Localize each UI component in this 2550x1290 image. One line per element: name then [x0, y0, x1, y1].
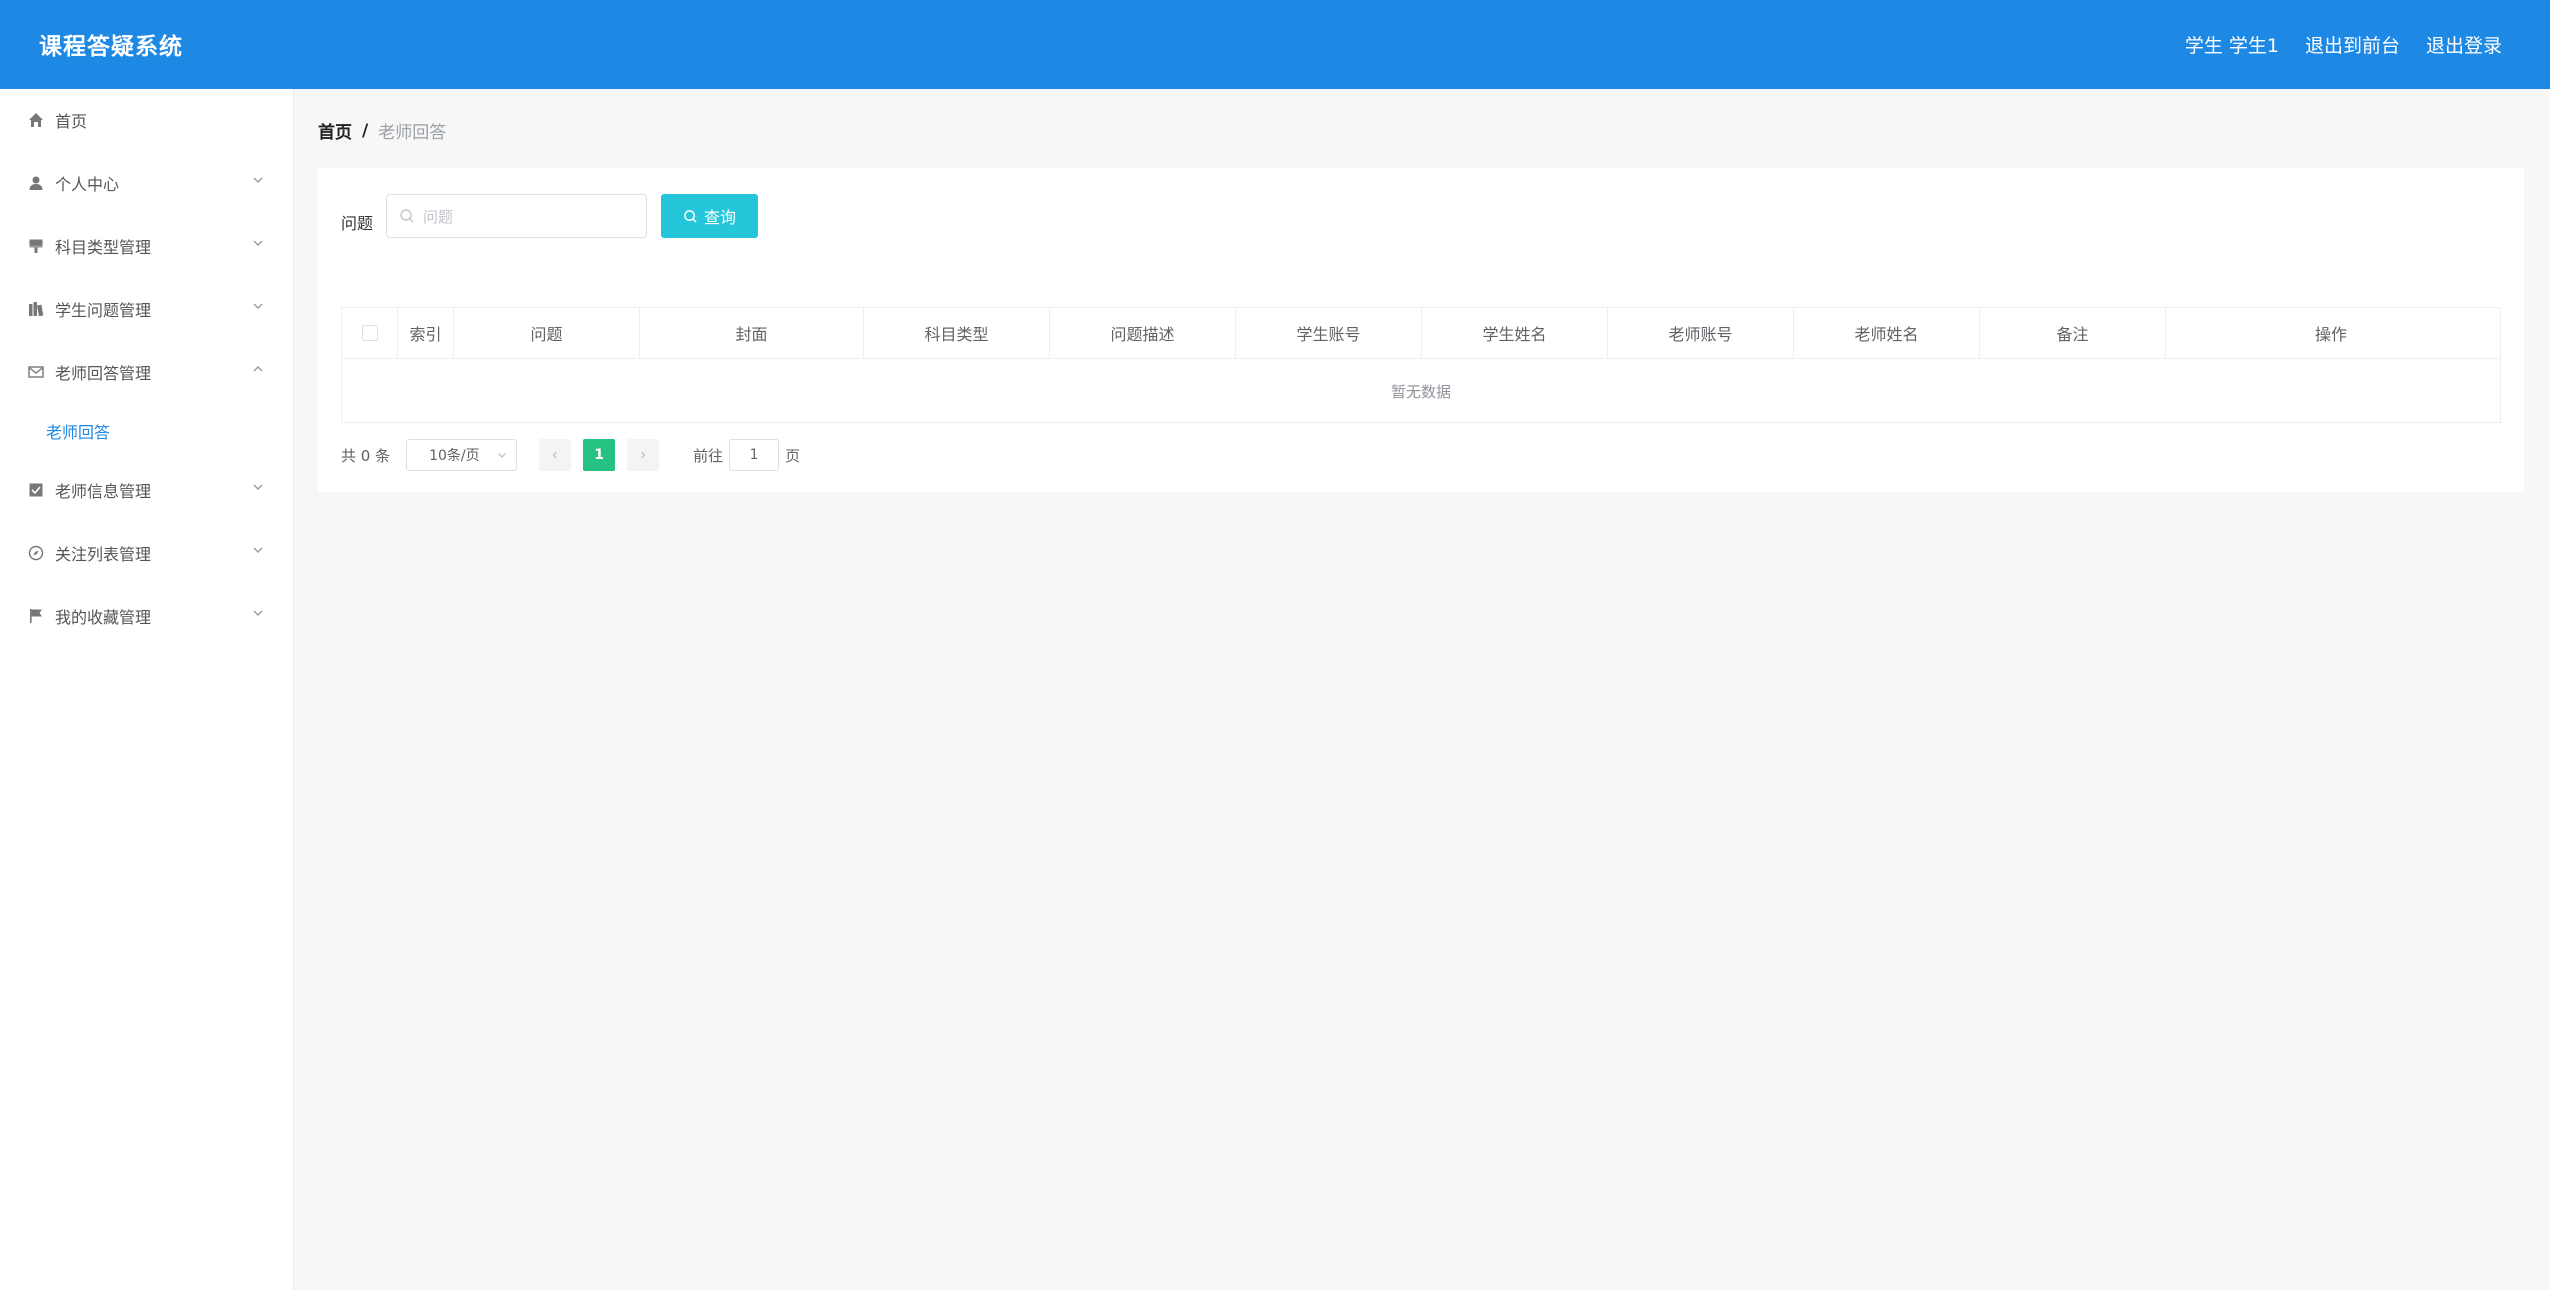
sidebar-item-teacher-info[interactable]: 老师信息管理	[0, 458, 293, 521]
sidebar-item-follow-list[interactable]: 关注列表管理	[0, 521, 293, 584]
column-header: 老师账号	[1608, 308, 1794, 358]
query-button[interactable]: 查询	[661, 194, 758, 238]
current-user: 学生 学生1	[2184, 35, 2279, 57]
chevron-left-icon	[552, 451, 558, 459]
data-table: 索引 问题 封面 科目类型 问题描述 学生账号 学生姓名 老师账号 老师姓名 备…	[341, 307, 2501, 423]
brush-icon	[27, 237, 45, 255]
sidebar-item-student-question[interactable]: 学生问题管理	[0, 277, 293, 340]
chevron-down-icon	[253, 303, 263, 309]
content-panel: 问题 查询 索引 问题 封面 科目类型 问题描述	[318, 168, 2524, 492]
column-header: 索引	[398, 308, 454, 358]
chevron-right-icon	[641, 451, 646, 459]
flag-icon	[27, 607, 45, 625]
chevron-down-icon	[498, 453, 507, 458]
page-size-select[interactable]: 10条/页	[406, 439, 518, 471]
column-header: 老师姓名	[1794, 308, 1980, 358]
column-header: 学生账号	[1236, 308, 1422, 358]
main-content: 首页 / 老师回答 问题 查询 索引 问题 封面	[294, 89, 2550, 1290]
chevron-down-icon	[253, 547, 263, 553]
select-all-checkbox[interactable]	[361, 325, 378, 341]
column-header: 问题描述	[1050, 308, 1236, 358]
sidebar-item-favorites[interactable]: 我的收藏管理	[0, 584, 293, 647]
sidebar: 首页 个人中心 科目类型管理 学生问题管理 老师回答管理 老师回答 老师信息管理…	[0, 89, 294, 1290]
sidebar-item-home[interactable]: 首页	[0, 89, 293, 151]
top-header: 课程答疑系统 学生 学生1 退出到前台 退出登录	[0, 0, 2550, 89]
chevron-down-icon	[253, 610, 263, 616]
sidebar-subitem-teacher-answer[interactable]: 老师回答	[0, 403, 293, 458]
mail-icon	[27, 363, 45, 381]
sidebar-item-subject-type[interactable]: 科目类型管理	[0, 214, 293, 277]
exit-to-front-link[interactable]: 退出到前台	[2305, 31, 2400, 58]
pagination: 共 0 条 10条/页 1 前往 1 页	[341, 439, 800, 471]
page-suffix: 页	[785, 446, 801, 465]
sidebar-item-label: 我的收藏管理	[55, 607, 152, 627]
chevron-down-icon	[253, 484, 263, 490]
sidebar-item-label: 首页	[55, 112, 88, 131]
header-links: 学生 学生1 退出到前台 退出登录	[2185, 31, 2502, 58]
logout-link[interactable]: 退出登录	[2426, 31, 2502, 58]
next-page-button[interactable]	[627, 439, 660, 471]
breadcrumb-current: 老师回答	[378, 123, 447, 143]
sidebar-item-label: 关注列表管理	[55, 544, 152, 564]
column-header: 封面	[640, 308, 864, 358]
chevron-down-icon	[253, 240, 263, 246]
search-label: 问题	[341, 214, 374, 233]
query-button-label: 查询	[703, 208, 736, 227]
search-icon	[684, 209, 697, 223]
books-icon	[27, 300, 45, 318]
chevron-down-icon	[253, 177, 263, 183]
breadcrumb-home[interactable]: 首页	[318, 118, 352, 143]
checkbox-icon	[27, 481, 45, 499]
column-header: 问题	[454, 308, 640, 358]
chevron-up-icon	[253, 366, 263, 372]
empty-placeholder: 暂无数据	[1390, 383, 1451, 401]
sidebar-item-teacher-answer[interactable]: 老师回答管理	[0, 340, 293, 403]
table-header: 索引 问题 封面 科目类型 问题描述 学生账号 学生姓名 老师账号 老师姓名 备…	[342, 308, 2500, 359]
sidebar-item-label: 科目类型管理	[55, 237, 152, 257]
page-size-value: 10条/页	[429, 448, 480, 464]
column-header: 学生姓名	[1422, 308, 1608, 358]
breadcrumb-separator: /	[362, 120, 369, 141]
goto-label: 前往	[693, 446, 724, 465]
sidebar-item-label: 老师信息管理	[55, 481, 152, 501]
search-box[interactable]	[386, 194, 647, 239]
app-root: 课程答疑系统 学生 学生1 退出到前台 退出登录 首页 个人中心 科目类型管理	[0, 0, 2550, 1290]
compass-icon	[27, 544, 45, 562]
column-header: 操作	[2314, 325, 2347, 344]
column-header: 备注	[1980, 308, 2166, 358]
page-number-current[interactable]: 1	[583, 439, 616, 471]
select-all-cell	[342, 308, 398, 358]
sidebar-item-label: 老师回答管理	[55, 363, 152, 383]
sidebar-item-label: 个人中心	[55, 174, 120, 194]
home-icon	[27, 111, 45, 129]
user-icon	[27, 174, 45, 192]
search-input[interactable]	[421, 195, 645, 239]
prev-page-button[interactable]	[539, 439, 572, 471]
goto-page-input[interactable]: 1	[729, 439, 780, 471]
breadcrumb: 首页 / 老师回答	[318, 118, 447, 144]
column-header: 科目类型	[864, 308, 1050, 358]
search-icon	[400, 209, 414, 223]
sidebar-item-personal-center[interactable]: 个人中心	[0, 151, 293, 214]
app-title: 课程答疑系统	[39, 34, 183, 60]
pagination-total: 共 0 条	[341, 446, 391, 465]
sidebar-item-label: 学生问题管理	[55, 300, 152, 320]
